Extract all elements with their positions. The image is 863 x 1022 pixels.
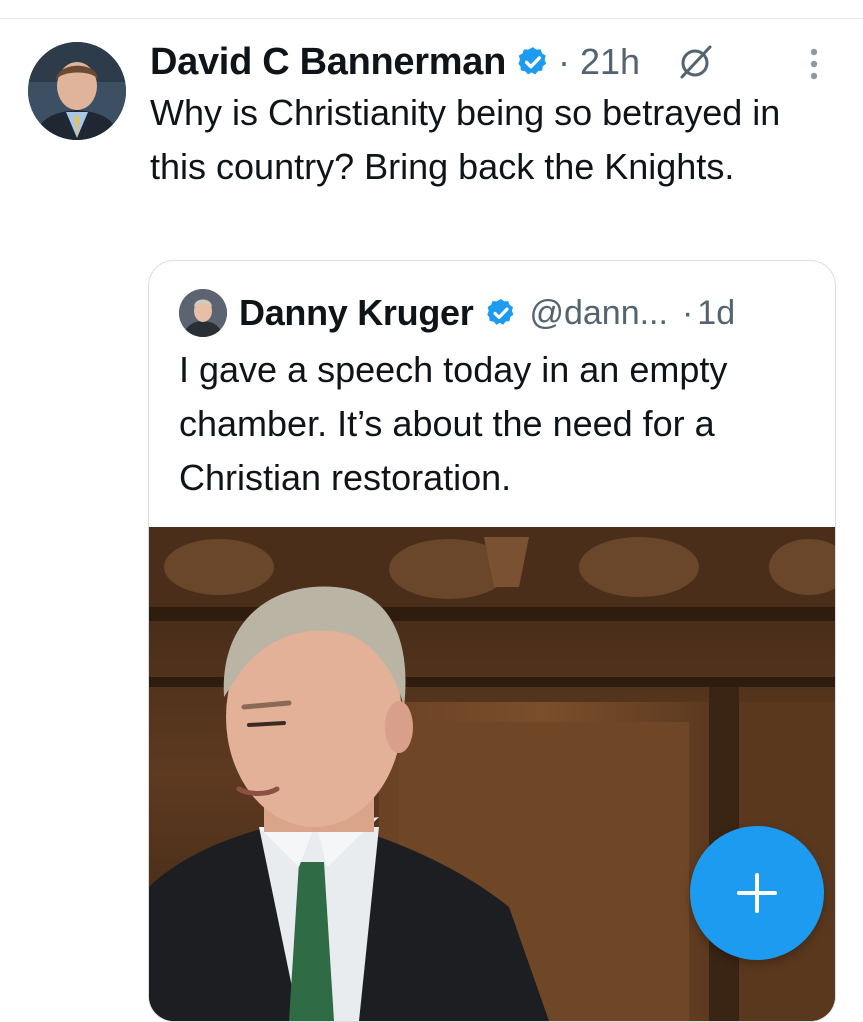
tweet-text: Why is Christianity being so betrayed in… (150, 92, 781, 187)
quoted-tweet-header: Danny Kruger @dann... · 1d (239, 283, 829, 343)
more-vertical-icon[interactable] (802, 44, 826, 84)
verified-badge-icon (518, 47, 547, 75)
author-name[interactable]: David C Bannerman (150, 41, 506, 84)
quoted-author-avatar (179, 289, 227, 337)
quoted-author-handle[interactable]: @dann... (529, 294, 668, 333)
quoted-tweet-text: I gave a speech today in an empty chambe… (179, 349, 728, 498)
separator-dot: · (681, 293, 694, 332)
verified-badge-icon (487, 299, 514, 325)
plus-icon (737, 873, 777, 913)
tweet-header: David C Bannerman · 21h (150, 32, 840, 92)
top-divider (0, 18, 863, 19)
compose-button[interactable] (690, 826, 824, 960)
quoted-author-name[interactable]: Danny Kruger (239, 292, 474, 334)
grok-icon[interactable] (676, 42, 716, 82)
tweet-timestamp[interactable]: · 21h (558, 41, 640, 83)
author-avatar[interactable] (28, 42, 126, 140)
quoted-tweet-timestamp[interactable]: 1d (697, 294, 735, 333)
